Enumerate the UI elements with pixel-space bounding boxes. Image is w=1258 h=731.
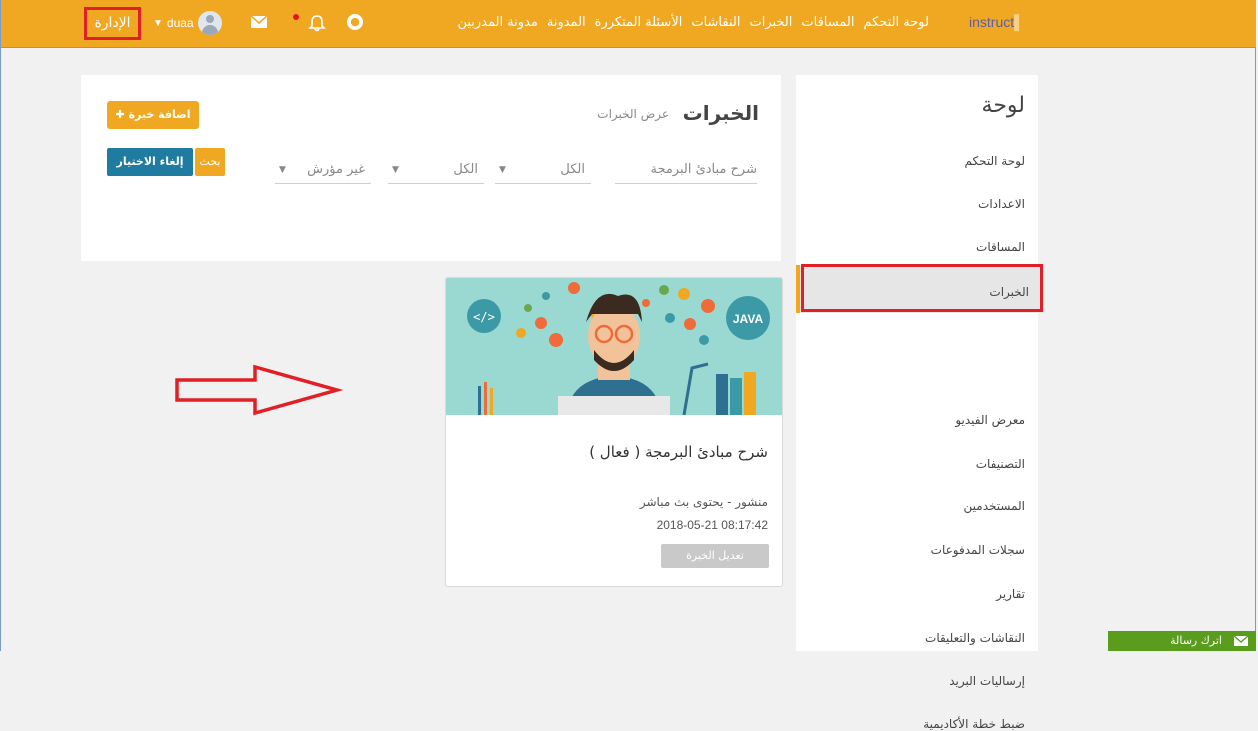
chevron-down-icon: ▼ bbox=[392, 165, 399, 175]
filter-select-2-value: الكل bbox=[453, 162, 478, 177]
card-status: منشور - يحتوى بث مباشر bbox=[639, 495, 768, 509]
chevron-down-icon: ▼ bbox=[279, 165, 286, 175]
annotation-arrow-icon bbox=[175, 364, 343, 416]
filter-select-1-value: الكل bbox=[560, 162, 585, 177]
avatar bbox=[197, 11, 222, 35]
notification-dot bbox=[293, 14, 299, 20]
user-menu[interactable]: ▼ duaa bbox=[153, 11, 222, 35]
sidebar-item-academy-plan[interactable]: ضبط خطة الأكاديمية bbox=[923, 717, 1025, 731]
card-thumbnail: </> JAVA bbox=[446, 278, 782, 415]
nav-trainers-blog[interactable]: مدونة المدربين bbox=[457, 15, 537, 30]
filter-select-3-value: غير مؤرش bbox=[307, 162, 365, 177]
user-name: duaa bbox=[166, 16, 194, 30]
main-nav: لوحة التحكم المساقات الخبرات النقاشات ال… bbox=[457, 15, 929, 30]
nav-discussions[interactable]: النقاشات bbox=[691, 15, 740, 30]
page-title: الخبرات bbox=[682, 101, 759, 125]
sidebar-item-reports[interactable]: تقارير bbox=[996, 587, 1025, 601]
filter-select-2[interactable]: ▼ الكل bbox=[388, 157, 484, 184]
svg-text:</>: </> bbox=[473, 310, 495, 324]
card-date: 2018-05-21 08:17:42 bbox=[656, 518, 768, 532]
experiences-panel: الخبرات عرض الخبرات ✚ اضافة خبرة شرح مبا… bbox=[81, 75, 781, 261]
leave-message-button[interactable]: اترك رسالة bbox=[1108, 631, 1256, 651]
sidebar-item-users[interactable]: المستخدمين bbox=[964, 499, 1025, 513]
sidebar-item-settings[interactable]: الاعدادات bbox=[978, 197, 1025, 211]
search-button[interactable]: بحث bbox=[195, 148, 225, 176]
nav-dashboard[interactable]: لوحة التحكم bbox=[863, 15, 929, 30]
sidebar-item-courses[interactable]: المساقات bbox=[976, 240, 1025, 254]
clear-selection-button[interactable]: إلغاء الاختيار bbox=[107, 148, 193, 176]
experience-card[interactable]: </> JAVA شرح مبادئ البرمجة ( فعال ) منشو… bbox=[445, 277, 783, 587]
card-title[interactable]: شرح مبادئ البرمجة ( فعال ) bbox=[589, 443, 768, 461]
sidebar-item-experiences-label: الخبرات bbox=[989, 285, 1029, 299]
sidebar: لوحة لوحة التحكم الاعدادات المساقات معرض… bbox=[796, 75, 1038, 731]
admin-link[interactable]: الإدارة bbox=[84, 7, 141, 40]
add-experience-button[interactable]: ✚ اضافة خبرة bbox=[107, 101, 199, 129]
sidebar-item-categories[interactable]: التصنيفات bbox=[976, 457, 1025, 471]
search-input[interactable]: شرح مبادئ البرمجة bbox=[615, 157, 757, 184]
globe-icon[interactable]: ● bbox=[347, 14, 363, 30]
sidebar-title: لوحة bbox=[981, 93, 1025, 118]
filter-select-3[interactable]: ▼ غير مؤرش bbox=[275, 157, 371, 184]
page-subtitle: عرض الخبرات bbox=[597, 107, 669, 121]
sidebar-item-dashboard[interactable]: لوحة التحكم bbox=[965, 154, 1026, 168]
nav-courses[interactable]: المساقات bbox=[801, 15, 854, 30]
top-navbar: instruct▌ لوحة التحكم المساقات الخبرات ا… bbox=[1, 0, 1256, 48]
add-experience-label: اضافة خبرة bbox=[128, 108, 191, 121]
filter-select-1[interactable]: ▼ الكل bbox=[495, 157, 591, 184]
mail-icon[interactable] bbox=[251, 16, 267, 28]
nav-experiences[interactable]: الخبرات bbox=[749, 15, 792, 30]
nav-faq[interactable]: الأسئلة المتكررة bbox=[595, 15, 683, 30]
bell-icon[interactable] bbox=[307, 13, 327, 33]
logo[interactable]: instruct▌ bbox=[969, 14, 1024, 30]
sidebar-item-discussions[interactable]: النقاشات والتعليقات bbox=[925, 631, 1025, 645]
chevron-down-icon: ▼ bbox=[153, 17, 163, 29]
sidebar-item-payments[interactable]: سجلات المدفوعات bbox=[931, 543, 1025, 557]
leave-message-label: اترك رسالة bbox=[1170, 634, 1222, 647]
nav-blog[interactable]: المدونة bbox=[547, 15, 586, 30]
sidebar-item-video-gallery[interactable]: معرض الفيديو bbox=[955, 413, 1025, 427]
sidebar-item-mailings[interactable]: إرساليات البريد bbox=[949, 674, 1025, 688]
edit-experience-button[interactable]: تعديل الخبرة bbox=[661, 544, 769, 568]
java-badge: JAVA bbox=[733, 312, 764, 326]
programmer-illustration: </> JAVA bbox=[446, 278, 782, 415]
mail-icon bbox=[1234, 636, 1248, 646]
active-indicator bbox=[796, 265, 800, 313]
chevron-down-icon: ▼ bbox=[499, 165, 506, 175]
